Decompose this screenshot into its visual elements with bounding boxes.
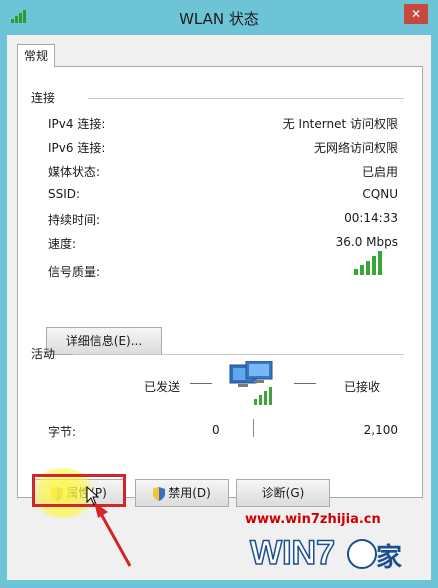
bytes-separator [253,419,254,437]
activity-section-title: 活动 [31,347,56,361]
ipv4-value: 无 Internet 访问权限 [282,117,398,131]
bytes-received-value: 2,100 [363,423,398,437]
uac-shield-icon [153,486,166,501]
bytes-sent-value: 0 [212,423,220,437]
ipv6-value: 无网络访问权限 [313,141,398,155]
general-panel: 连接 IPv4 连接: 无 Internet 访问权限 IPv6 连接: 无网络… [17,66,423,498]
svg-text:WIN7: WIN7 [250,534,335,572]
activity-divider [73,354,404,355]
title-bar[interactable]: WLAN 状态 ✕ [0,0,438,35]
media-state-value: 已启用 [361,165,398,179]
speed-label: 速度: [48,237,77,251]
close-icon: ✕ [410,7,422,21]
win7-logo: WIN7 家 [244,526,414,578]
svg-text:家: 家 [376,542,402,573]
window-title: WLAN 状态 [179,10,259,28]
wlan-status-window: WLAN 状态 ✕ 常规 连接 IPv4 连接: 无 Internet 访问权限… [0,0,438,588]
tab-general-label: 常规 [23,49,48,63]
tab-general[interactable]: 常规 [17,44,55,67]
received-label: 已接收 [344,380,381,394]
media-state-label: 媒体状态: [48,165,101,179]
disable-button[interactable]: 禁用(D) [135,479,229,507]
details-button-label: 详细信息(E)... [65,334,143,348]
ssid-value: CQNU [362,187,398,201]
sent-label: 已发送 [144,380,181,394]
speed-value: 36.0 Mbps [335,235,398,249]
connection-section-title: 连接 [31,91,56,105]
ipv6-label: IPv6 连接: [48,141,106,155]
details-button[interactable]: 详细信息(E)... [46,327,162,355]
close-button[interactable]: ✕ [404,4,428,24]
signal-strength-icon [354,251,382,275]
ipv4-label: IPv4 连接: [48,117,106,131]
diagnose-button-label: 诊断(G) [261,486,305,500]
network-computers-icon [229,361,273,405]
connection-divider [88,98,404,99]
ssid-label: SSID: [48,187,81,201]
received-line [294,383,316,384]
win7-logo-icon: WIN7 家 [249,533,402,573]
signal-quality-label: 信号质量: [48,265,101,279]
bytes-label: 字节: [48,425,77,439]
watermark-url: www.win7zhijia.cn [245,512,381,527]
duration-label: 持续时间: [48,213,101,227]
sent-line [190,383,212,384]
duration-value: 00:14:33 [344,211,398,225]
diagnose-button[interactable]: 诊断(G) [236,479,330,507]
red-arrow-icon [94,502,132,567]
disable-button-label: 禁用(D) [168,486,211,500]
